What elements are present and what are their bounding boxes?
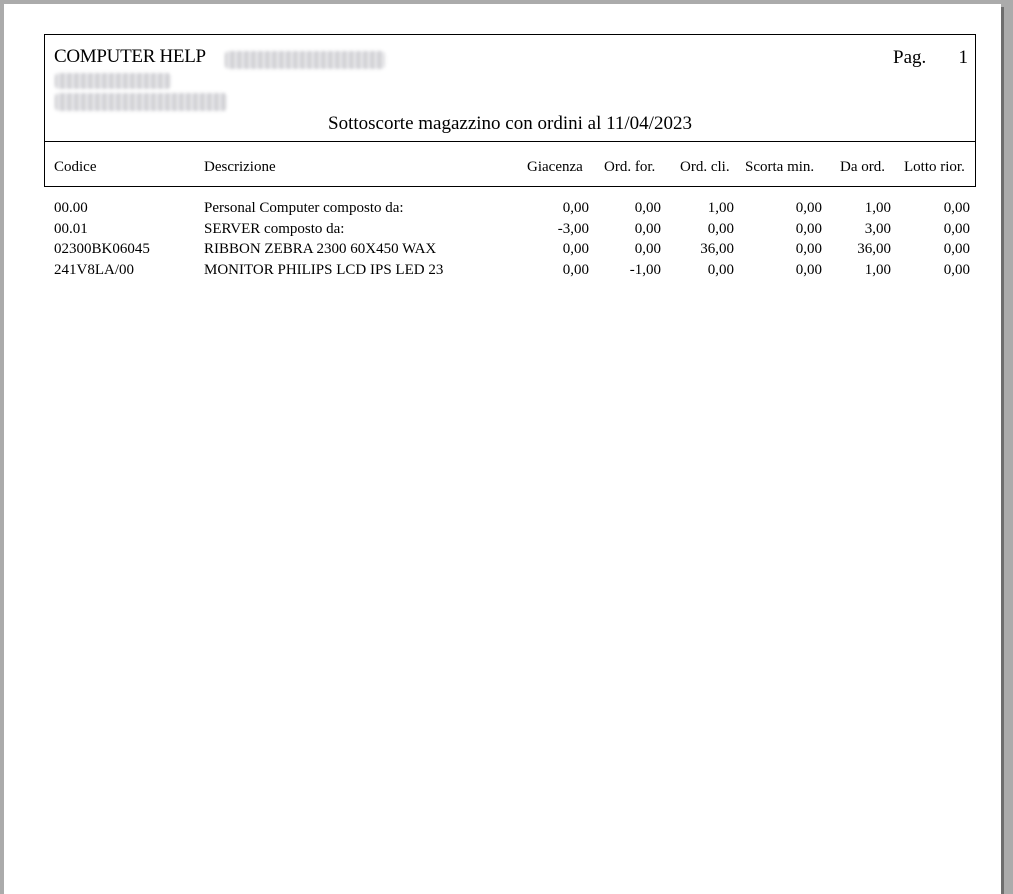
cell-codice: 00.00 <box>54 200 88 216</box>
company-name: COMPUTER HELP <box>54 46 206 67</box>
cell-da-ord: 1,00 <box>864 261 891 278</box>
cell-ord-cli: 1,00 <box>707 200 734 216</box>
cell-ord-for: -1,00 <box>629 261 661 278</box>
cell-codice: 241V8LA/00 <box>54 261 134 278</box>
cell-ord-for: 0,00 <box>634 220 661 237</box>
cell-ord-for: 0,00 <box>634 200 661 216</box>
cell-scorta-min: 0,00 <box>795 261 822 278</box>
column-header-row: Codice Descrizione Giacenza Ord. for. Or… <box>44 141 976 187</box>
column-header-da-ord: Da ord. <box>840 159 885 175</box>
cell-descrizione: MONITOR PHILIPS LCD IPS LED 23 <box>204 261 444 278</box>
cell-lotto-rior: 0,00 <box>943 200 970 216</box>
cell-giacenza: 0,00 <box>562 261 589 278</box>
cell-descrizione: Personal Computer composto da: <box>204 200 404 216</box>
cell-giacenza: 0,00 <box>562 241 589 258</box>
report-title: Sottoscorte magazzino con ordini al 11/0… <box>328 113 692 134</box>
redacted-address-line-3 <box>55 93 227 111</box>
table-row: 241V8LA/00 MONITOR PHILIPS LCD IPS LED 2… <box>44 262 976 283</box>
cell-giacenza: 0,00 <box>562 200 589 216</box>
cell-descrizione: SERVER composto da: <box>204 220 345 237</box>
cell-scorta-min: 0,00 <box>795 200 822 216</box>
cell-lotto-rior: 0,00 <box>943 220 970 237</box>
cell-scorta-min: 0,00 <box>795 241 822 258</box>
cell-codice: 02300BK06045 <box>54 241 150 258</box>
cell-descrizione: RIBBON ZEBRA 2300 60X450 WAX <box>204 241 437 258</box>
cell-ord-cli: 36,00 <box>700 241 734 258</box>
column-header-giacenza: Giacenza <box>527 159 583 175</box>
report-page: COMPUTER HELP Pag. 1 Sottoscorte magazzi… <box>4 4 1001 894</box>
table-row: 00.01 SERVER composto da: -3,00 0,00 0,0… <box>44 221 976 242</box>
column-header-descrizione: Descrizione <box>204 159 276 175</box>
column-header-scorta-min: Scorta min. <box>745 159 815 175</box>
cell-lotto-rior: 0,00 <box>943 241 970 258</box>
column-header-ord-cli: Ord. cli. <box>680 159 730 175</box>
cell-ord-for: 0,00 <box>634 241 661 258</box>
table-row: 02300BK06045 RIBBON ZEBRA 2300 60X450 WA… <box>44 241 976 262</box>
column-header-lotto-rior: Lotto rior. <box>904 159 965 175</box>
column-header-codice: Codice <box>54 159 97 175</box>
page-number: 1 <box>958 47 969 68</box>
cell-da-ord: 3,00 <box>864 220 891 237</box>
report-table-body: 00.00 Personal Computer composto da: 0,0… <box>44 200 976 282</box>
redacted-address-line-1 <box>225 51 385 69</box>
cell-ord-cli: 0,00 <box>707 261 734 278</box>
cell-giacenza: -3,00 <box>557 220 589 237</box>
redacted-address-line-2 <box>55 73 171 89</box>
page-label: Pag. <box>893 47 927 68</box>
cell-ord-cli: 0,00 <box>707 220 734 237</box>
column-header-ord-for: Ord. for. <box>604 159 656 175</box>
cell-codice: 00.01 <box>54 220 88 237</box>
cell-lotto-rior: 0,00 <box>943 261 970 278</box>
cell-da-ord: 1,00 <box>864 200 891 216</box>
table-row: 00.00 Personal Computer composto da: 0,0… <box>44 200 976 221</box>
cell-scorta-min: 0,00 <box>795 220 822 237</box>
report-header: COMPUTER HELP Pag. 1 Sottoscorte magazzi… <box>44 34 976 142</box>
cell-da-ord: 36,00 <box>857 241 891 258</box>
